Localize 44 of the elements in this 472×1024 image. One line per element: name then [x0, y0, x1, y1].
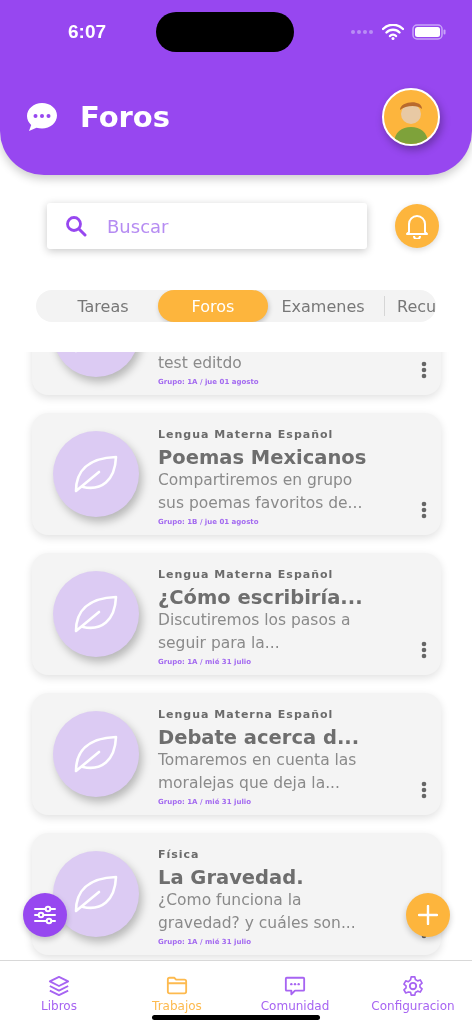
settings-icon	[401, 975, 425, 997]
folder-icon	[165, 975, 189, 997]
forum-description: Discutiremos los pasos a seguir para la...	[158, 610, 352, 654]
forum-title: Poemas Mexicanos	[158, 446, 367, 469]
more-options-icon[interactable]	[421, 361, 427, 379]
layers-icon	[47, 975, 71, 997]
forum-description: ¿Como funciona la gravedad? y cuáles son...	[158, 890, 357, 934]
forum-title: ¿Cómo escribiría...	[158, 586, 363, 609]
nav-item[interactable]: Comunidad	[236, 975, 354, 1013]
forum-subject: Lengua Materna Español	[158, 708, 334, 721]
search-icon	[65, 215, 87, 237]
leaf-icon	[73, 594, 119, 634]
nav-item[interactable]: Configuracion	[354, 975, 472, 1013]
tab[interactable]: Examenes	[268, 290, 378, 322]
forum-subject: Lengua Materna Español	[158, 428, 334, 441]
profile-avatar[interactable]	[382, 88, 440, 146]
leaf-icon	[73, 874, 119, 914]
forum-subject: Física	[158, 848, 200, 861]
tab[interactable]: Tareas	[48, 290, 158, 322]
tab[interactable]: Recu	[391, 290, 436, 322]
plus-icon	[418, 905, 438, 925]
forum-description: test editdo	[158, 353, 243, 374]
forum-title: La Gravedad.	[158, 866, 304, 889]
chat-bubble-icon	[26, 102, 58, 132]
forum-title: Debate acerca d...	[158, 726, 360, 749]
more-options-icon[interactable]	[421, 781, 427, 799]
filter-button[interactable]	[23, 893, 67, 937]
leaf-icon	[73, 734, 119, 774]
more-options-icon[interactable]	[421, 501, 427, 519]
signal-icon	[350, 29, 374, 35]
forum-description: Tomaremos en cuenta las moralejas que deja la...	[158, 750, 358, 794]
wifi-icon	[382, 24, 404, 40]
chat-bubble-icon	[283, 975, 307, 997]
battery-icon	[412, 24, 446, 40]
status-time: 6:07	[68, 21, 107, 43]
bell-icon	[405, 213, 429, 239]
nav-item[interactable]: Libros	[0, 975, 118, 1013]
forum-subject: Lengua Materna Español	[158, 568, 334, 581]
page-title: Foros	[80, 100, 171, 134]
more-options-icon[interactable]	[421, 641, 427, 659]
leaf-icon	[73, 454, 119, 494]
search-field[interactable]: Buscar	[47, 203, 367, 249]
sliders-icon	[33, 905, 57, 925]
forum-description: Compartiremos en grupo sus poemas favoritos de...	[158, 470, 363, 514]
